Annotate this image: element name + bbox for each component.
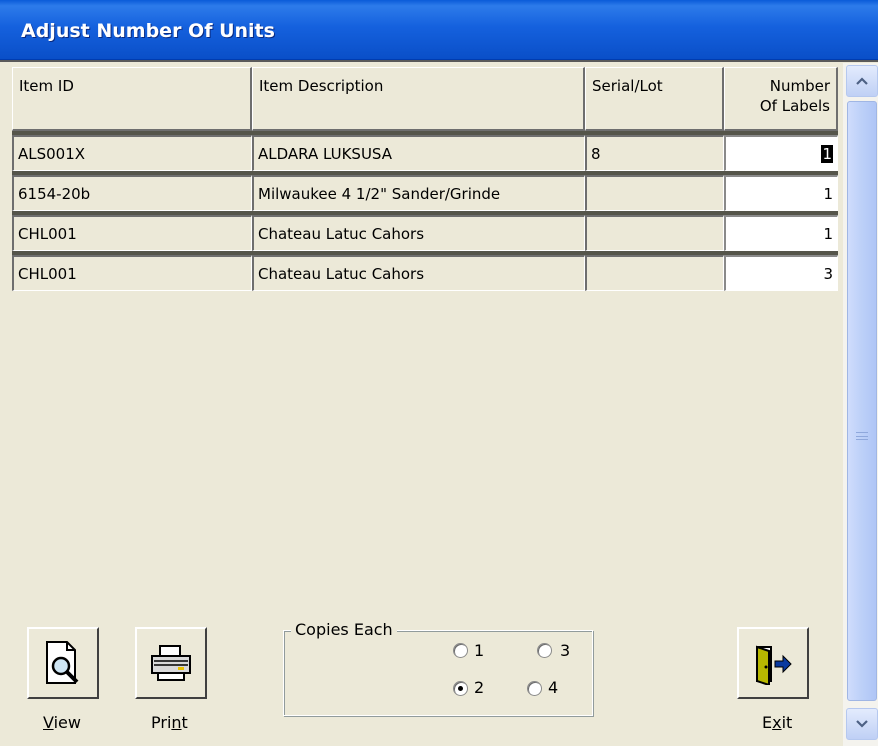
cell-serial-lot[interactable] <box>585 175 724 211</box>
cell-item-id[interactable]: ALS001X <box>12 135 252 171</box>
column-header-item-id[interactable]: Item ID <box>12 67 252 131</box>
exit-button-label[interactable]: Exit <box>762 713 792 732</box>
exit-button[interactable] <box>737 627 809 699</box>
print-button[interactable] <box>135 627 207 699</box>
label-text: iew <box>53 713 81 732</box>
cell-number-of-labels[interactable]: 1 <box>724 135 838 171</box>
radio-copies-2[interactable] <box>453 681 468 696</box>
column-header-item-description[interactable]: Item Description <box>252 67 585 131</box>
column-header-label: Of Labels <box>759 97 830 115</box>
accelerator-key: x <box>772 713 782 732</box>
label-text: E <box>762 713 773 732</box>
radio-label-4[interactable]: 4 <box>548 678 558 697</box>
accelerator-key: V <box>43 713 54 732</box>
chevron-up-icon <box>856 77 868 85</box>
cell-item-description[interactable]: Chateau Latuc Cahors <box>252 255 585 291</box>
column-header-serial-lot[interactable]: Serial/Lot <box>585 67 724 131</box>
exit-door-icon <box>756 645 792 685</box>
radio-copies-4[interactable] <box>527 681 542 696</box>
column-header-label: Number <box>769 77 830 95</box>
print-button-label[interactable]: Print <box>151 713 188 732</box>
cell-item-description[interactable]: Chateau Latuc Cahors <box>252 215 585 251</box>
cell-item-id[interactable]: CHL001 <box>12 255 252 291</box>
cell-item-description[interactable]: ALDARA LUKSUSA <box>252 135 585 171</box>
column-header-number-of-labels[interactable]: Number Of Labels <box>724 67 838 131</box>
cell-number-of-labels[interactable]: 1 <box>724 215 838 251</box>
radio-label-3[interactable]: 3 <box>560 641 570 660</box>
printer-icon <box>151 645 191 681</box>
vertical-scrollbar[interactable] <box>843 63 878 746</box>
radio-copies-1[interactable] <box>453 643 468 658</box>
column-header-label: Item Description <box>259 77 384 95</box>
scroll-up-button[interactable] <box>846 65 878 97</box>
cell-item-description[interactable]: Milwaukee 4 1/2" Sander/Grinde <box>252 175 585 211</box>
cell-serial-lot[interactable] <box>585 255 724 291</box>
view-button-label[interactable]: View <box>43 713 81 732</box>
magnifier-document-icon <box>46 641 79 684</box>
radio-copies-3[interactable] <box>537 643 552 658</box>
chevron-down-icon <box>856 720 868 728</box>
cell-number-of-labels[interactable]: 1 <box>724 175 838 211</box>
copies-each-legend: Copies Each <box>291 620 397 639</box>
cell-number-of-labels[interactable]: 3 <box>724 255 838 291</box>
label-text: Pri <box>151 713 172 732</box>
scroll-thumb[interactable] <box>847 101 877 701</box>
radio-label-1[interactable]: 1 <box>474 641 484 660</box>
cell-item-id[interactable]: 6154-20b <box>12 175 252 211</box>
label-text: t <box>181 713 188 732</box>
column-header-label: Item ID <box>19 77 74 95</box>
radio-label-2[interactable]: 2 <box>474 678 484 697</box>
title-bar: Adjust Number Of Units <box>0 0 878 60</box>
accelerator-key: n <box>171 713 182 732</box>
cell-serial-lot[interactable]: 8 <box>585 135 724 171</box>
scroll-grip-icon <box>856 432 868 440</box>
cell-item-id[interactable]: CHL001 <box>12 215 252 251</box>
cell-serial-lot[interactable] <box>585 215 724 251</box>
view-button[interactable] <box>27 627 99 699</box>
window-title: Adjust Number Of Units <box>21 20 275 42</box>
column-header-label: Serial/Lot <box>592 77 663 95</box>
selected-text: 1 <box>821 145 833 163</box>
label-text: it <box>781 713 793 732</box>
scroll-down-button[interactable] <box>846 708 878 740</box>
